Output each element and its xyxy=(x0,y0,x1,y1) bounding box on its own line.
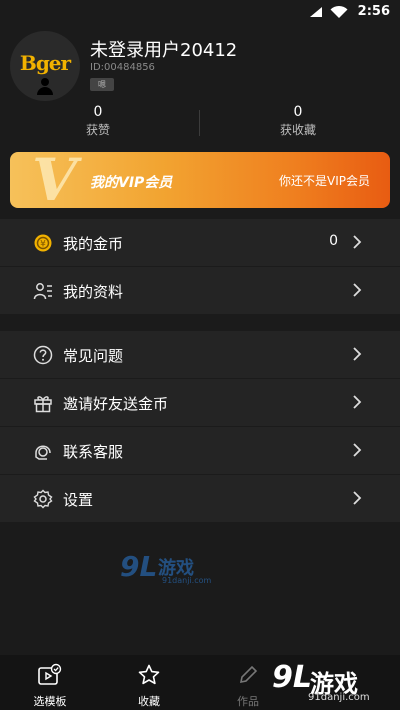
vip-title: 我的VIP会员 xyxy=(90,175,173,191)
menu-group-account: ¥ 我的金币 0 我的资料 xyxy=(0,219,400,315)
chevron-right-icon xyxy=(353,283,362,297)
menu-group-settings: 常见问题 邀请好友送金币 联系客服 设置 xyxy=(0,331,400,523)
avatar[interactable]: Bger xyxy=(10,31,80,101)
question-icon xyxy=(33,345,53,365)
menu-item-settings[interactable]: 设置 xyxy=(0,475,400,523)
signal-icon xyxy=(310,7,322,17)
stat-likes[interactable]: 0 获赞 xyxy=(8,104,188,138)
menu-item-profile[interactable]: 我的资料 xyxy=(0,267,400,315)
stat-likes-label: 获赞 xyxy=(85,123,110,137)
user-silhouette-icon xyxy=(41,78,49,86)
menu-item-faq-label: 常见问题 xyxy=(63,347,124,365)
watermark-site: 91danji.com xyxy=(162,576,212,585)
avatar-logo: Bger xyxy=(19,51,71,75)
vip-status: 你还不是VIP会员 xyxy=(279,174,370,188)
menu-item-faq[interactable]: 常见问题 xyxy=(0,331,400,379)
star-icon xyxy=(138,664,160,685)
vip-banner[interactable]: V 我的VIP会员 你还不是VIP会员 xyxy=(10,152,390,208)
watermark-logo: 9L 游戏 91danji.com xyxy=(120,550,220,590)
stat-favorites-label: 获收藏 xyxy=(279,123,316,137)
user-tag-badge: 嗯 xyxy=(90,78,114,91)
menu-item-support-label: 联系客服 xyxy=(63,443,124,461)
svg-text:¥: ¥ xyxy=(40,240,46,250)
tab-favorites[interactable]: 收藏 xyxy=(114,663,184,709)
wifi-icon xyxy=(330,5,348,18)
template-icon xyxy=(38,663,62,685)
brand-watermark: 9L 游戏 91danji.com xyxy=(272,660,392,706)
menu-item-invite[interactable]: 邀请好友送金币 xyxy=(0,379,400,427)
status-time: 2:56 xyxy=(357,4,390,19)
menu-item-profile-label: 我的资料 xyxy=(63,283,124,301)
tab-favorites-label: 收藏 xyxy=(138,695,160,708)
chevron-right-icon xyxy=(353,235,362,249)
menu-item-settings-label: 设置 xyxy=(63,491,94,509)
watermark-number: 9L xyxy=(120,550,158,583)
stat-favorites-value: 0 xyxy=(293,104,303,120)
chevron-right-icon xyxy=(353,443,362,457)
tab-templates-label: 选模板 xyxy=(33,695,67,708)
menu-item-coins-label: 我的金币 xyxy=(63,235,124,253)
headset-icon xyxy=(35,445,51,460)
status-bar: 2:56 xyxy=(0,0,400,24)
menu-item-coins[interactable]: ¥ 我的金币 0 xyxy=(0,219,400,267)
edit-icon xyxy=(239,665,258,684)
stat-likes-value: 0 xyxy=(93,104,103,120)
menu-item-support[interactable]: 联系客服 xyxy=(0,427,400,475)
tab-templates[interactable]: 选模板 xyxy=(15,663,85,709)
gear-icon xyxy=(33,489,53,509)
menu-item-coins-value: 0 xyxy=(329,233,338,249)
chevron-right-icon xyxy=(353,491,362,505)
coin-icon: ¥ xyxy=(34,234,52,252)
brand-number: 9L xyxy=(272,660,312,695)
stat-favorites[interactable]: 0 获收藏 xyxy=(208,104,388,138)
profile-card-icon xyxy=(33,283,52,300)
chevron-right-icon xyxy=(353,395,362,409)
user-id: ID:00484856 xyxy=(90,62,155,73)
chevron-right-icon xyxy=(353,347,362,361)
username[interactable]: 未登录用户20412 xyxy=(90,36,237,62)
stat-divider xyxy=(199,110,200,136)
vip-v-logo: V xyxy=(32,152,78,208)
menu-item-invite-label: 邀请好友送金币 xyxy=(63,395,169,413)
brand-site: 91danji.com xyxy=(308,692,370,703)
user-silhouette-body xyxy=(37,87,53,95)
gift-icon xyxy=(34,396,52,413)
